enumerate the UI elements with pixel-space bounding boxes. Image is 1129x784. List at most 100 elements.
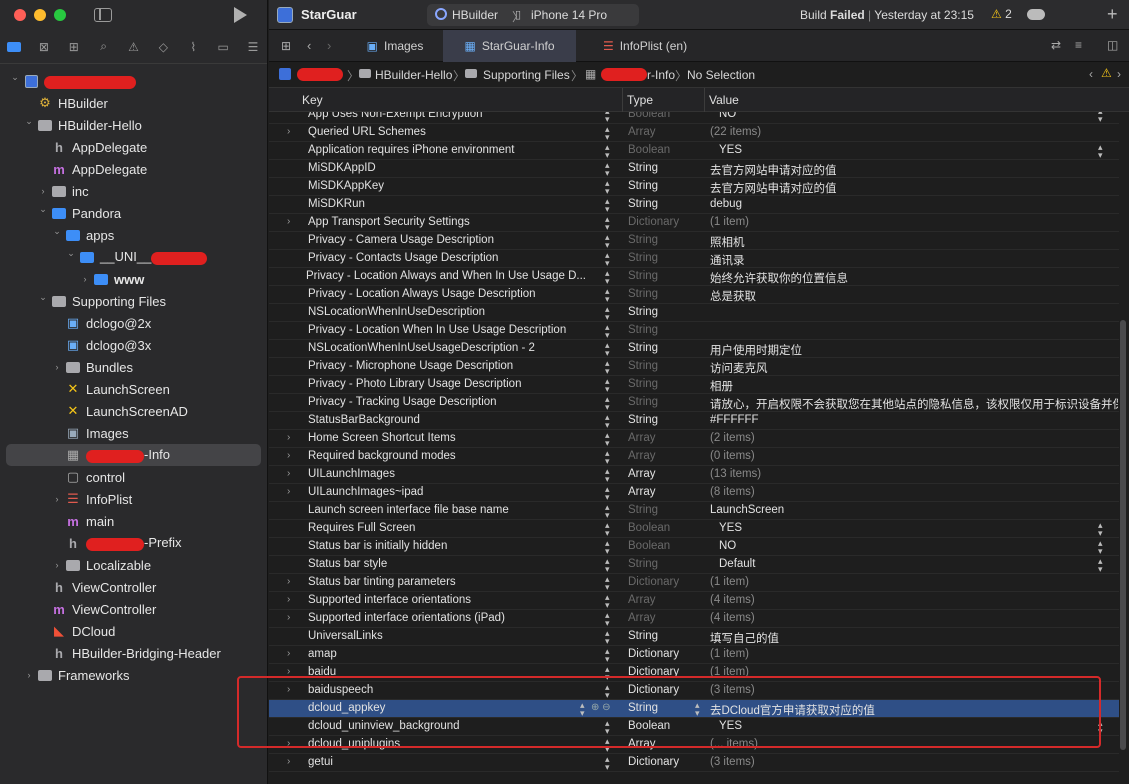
close-window-button[interactable] bbox=[14, 9, 26, 21]
plist-key[interactable]: MiSDKAppKey bbox=[308, 180, 598, 192]
plist-type[interactable]: String bbox=[628, 270, 658, 282]
plist-type[interactable]: String bbox=[628, 702, 658, 714]
key-stepper-icon[interactable]: ▴▾ bbox=[605, 413, 610, 430]
disclosure-closed-icon[interactable]: › bbox=[287, 666, 290, 677]
plist-type[interactable]: Array bbox=[628, 486, 655, 498]
plist-key[interactable]: NSLocationWhenInUseDescription bbox=[308, 306, 598, 318]
column-key[interactable]: Key bbox=[302, 93, 323, 107]
plist-type[interactable]: String bbox=[628, 378, 658, 390]
plist-key[interactable]: dcloud_appkey bbox=[308, 702, 598, 714]
plist-value[interactable]: (1 item) bbox=[710, 648, 1118, 660]
plist-type[interactable]: Boolean bbox=[628, 720, 670, 732]
key-stepper-icon[interactable]: ▴▾ bbox=[605, 449, 610, 466]
plist-row[interactable]: Privacy - Location When In Use Usage Des… bbox=[269, 322, 1119, 340]
disclosure-closed-icon[interactable]: › bbox=[52, 362, 62, 372]
plist-type[interactable]: String bbox=[628, 558, 658, 570]
column-value[interactable]: Value bbox=[709, 93, 739, 107]
plist-key[interactable]: Privacy - Microphone Usage Description bbox=[308, 360, 598, 372]
plist-value[interactable]: (22 items) bbox=[710, 126, 1118, 138]
file-tree-item[interactable]: ▣ dclogo@3x bbox=[0, 334, 267, 356]
column-type[interactable]: Type bbox=[627, 93, 653, 107]
key-stepper-icon[interactable]: ▴▾ bbox=[605, 197, 610, 214]
file-tree-item[interactable]: ⌄ Supporting Files bbox=[0, 290, 267, 312]
plist-key[interactable]: Home Screen Shortcut Items bbox=[308, 432, 598, 444]
plist-key[interactable]: Status bar is initially hidden bbox=[308, 540, 598, 552]
plist-key[interactable]: dcloud_uniplugins bbox=[308, 738, 598, 750]
value-popup-icon[interactable]: ▴▾ bbox=[1098, 719, 1103, 736]
zoom-window-button[interactable] bbox=[54, 9, 66, 21]
plist-type[interactable]: Dictionary bbox=[628, 666, 679, 678]
plist-row[interactable]: › amap ▴ ▾ Dictionary (1 item) bbox=[269, 646, 1119, 664]
file-tree-item[interactable]: ▣ dclogo@2x bbox=[0, 312, 267, 334]
plist-type[interactable]: String bbox=[628, 360, 658, 372]
plist-type[interactable]: Dictionary bbox=[628, 684, 679, 696]
split-editor-icon[interactable]: ◫ bbox=[1107, 38, 1118, 52]
run-icon[interactable] bbox=[234, 7, 247, 23]
plist-row[interactable]: › Status bar tinting parameters ▴ ▾ Dictiona… bbox=[269, 574, 1119, 592]
plist-value[interactable]: NO bbox=[719, 112, 1127, 120]
plist-row[interactable]: Privacy - Contacts Usage Description ▴ ▾ St… bbox=[269, 250, 1119, 268]
plist-row[interactable]: › getui ▴ ▾ Dictionary (3 items) bbox=[269, 754, 1119, 772]
key-stepper-icon[interactable]: ▴▾ bbox=[605, 143, 610, 160]
plist-row[interactable]: Status bar style ▴ ▾ String Default ▴ ▾ bbox=[269, 556, 1119, 574]
plist-key[interactable]: App Transport Security Settings bbox=[308, 216, 598, 228]
key-stepper-icon[interactable]: ▴▾ bbox=[605, 575, 610, 592]
plist-value[interactable]: (0 items) bbox=[710, 450, 1118, 462]
disclosure-open-icon[interactable]: ⌄ bbox=[38, 204, 48, 215]
plist-value[interactable]: (13 items) bbox=[710, 468, 1118, 480]
plist-row[interactable]: › Queried URL Schemes ▴ ▾ Array (22 items) bbox=[269, 124, 1119, 142]
plist-key[interactable]: dcloud_uninview_background bbox=[308, 720, 598, 732]
plist-type[interactable]: String bbox=[628, 162, 658, 174]
key-stepper-icon[interactable]: ▴▾ bbox=[605, 269, 610, 286]
plist-row[interactable]: Privacy - Tracking Usage Description ▴ ▾ St… bbox=[269, 394, 1119, 412]
plist-row[interactable]: Privacy - Location Always Usage Descript… bbox=[269, 286, 1119, 304]
search-icon[interactable]: ⌕ bbox=[96, 39, 112, 55]
key-stepper-icon[interactable]: ▴▾ bbox=[605, 611, 610, 628]
plist-row[interactable]: Application requires iPhone environment ▴… bbox=[269, 142, 1119, 160]
related-items-icon[interactable]: ⇄ bbox=[1051, 38, 1061, 52]
breadcrumb-project[interactable]: HBuilder-Hello bbox=[375, 68, 452, 82]
plist-row[interactable]: dcloud_appkey ⊕ ⊖ ▴ ▾ ▴ ▾ String 去DCloud官方申请获取对… bbox=[269, 700, 1119, 718]
plist-value[interactable]: 填写自己的值 bbox=[710, 630, 1118, 646]
sidebar-toggle-icon[interactable] bbox=[94, 8, 112, 22]
file-tree-item[interactable]: h -Prefix bbox=[0, 532, 267, 554]
disclosure-closed-icon[interactable]: › bbox=[287, 594, 290, 605]
tab-images[interactable]: ▣ Images bbox=[351, 30, 439, 62]
disclosure-closed-icon[interactable]: › bbox=[80, 274, 90, 284]
file-tree-item[interactable]: h AppDelegate bbox=[0, 136, 267, 158]
plist-type[interactable]: Boolean bbox=[628, 540, 670, 552]
plist-value[interactable]: YES bbox=[719, 522, 1127, 534]
disclosure-closed-icon[interactable]: › bbox=[287, 738, 290, 749]
issue-warning-icon[interactable]: ⚠ bbox=[1101, 66, 1112, 80]
key-stepper-icon[interactable]: ▴▾ bbox=[580, 701, 585, 718]
plist-value[interactable]: 去官方网站申请对应的值 bbox=[710, 162, 1118, 178]
key-stepper-icon[interactable]: ▴▾ bbox=[605, 755, 610, 772]
plist-value[interactable]: 访问麦克风 bbox=[710, 360, 1118, 376]
plist-row[interactable]: StatusBarBackground ▴ ▾ String #FFFFFF bbox=[269, 412, 1119, 430]
plist-value[interactable]: (4 items) bbox=[710, 612, 1118, 624]
cloud-icon[interactable] bbox=[1027, 9, 1045, 20]
plist-value[interactable]: (3 items) bbox=[710, 684, 1118, 696]
disclosure-closed-icon[interactable]: › bbox=[52, 494, 62, 504]
debug-icon[interactable]: ⌇ bbox=[185, 39, 201, 55]
plist-key[interactable]: Privacy - Photo Library Usage Descriptio… bbox=[308, 378, 598, 390]
key-stepper-icon[interactable]: ▴▾ bbox=[605, 629, 610, 646]
folder-icon[interactable] bbox=[6, 39, 22, 55]
plist-type[interactable]: Boolean bbox=[628, 144, 670, 156]
plist-value[interactable]: LaunchScreen bbox=[710, 504, 1118, 516]
plist-key[interactable]: baiduspeech bbox=[308, 684, 598, 696]
file-tree-item[interactable]: h HBuilder-Bridging-Header bbox=[0, 642, 267, 664]
plist-value[interactable]: NO bbox=[719, 540, 1127, 552]
report-icon[interactable]: ☰ bbox=[245, 39, 261, 55]
plist-key[interactable]: Launch screen interface file base name bbox=[308, 504, 598, 516]
breakpoint-icon[interactable]: ▭ bbox=[215, 39, 231, 55]
key-stepper-icon[interactable]: ▴▾ bbox=[605, 557, 610, 574]
key-stepper-icon[interactable]: ▴▾ bbox=[605, 287, 610, 304]
disclosure-closed-icon[interactable]: › bbox=[287, 756, 290, 767]
plist-key[interactable]: amap bbox=[308, 648, 598, 660]
disclosure-closed-icon[interactable]: › bbox=[287, 216, 290, 227]
plist-type[interactable]: Array bbox=[628, 450, 655, 462]
breadcrumb-selection[interactable]: No Selection bbox=[687, 68, 755, 82]
plist-key[interactable]: MiSDKAppID bbox=[308, 162, 598, 174]
file-tree-item[interactable]: ✕ LaunchScreenAD bbox=[0, 400, 267, 422]
